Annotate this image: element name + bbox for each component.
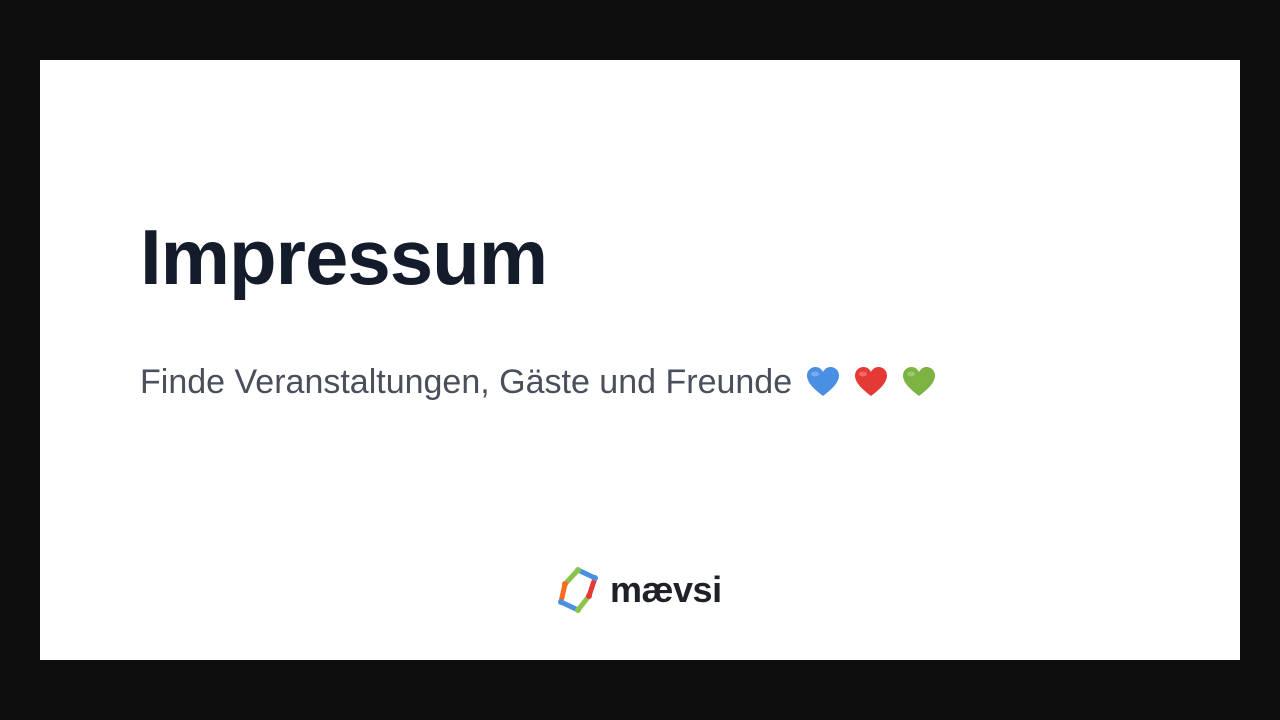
brand-name: mævsi bbox=[610, 569, 722, 610]
brand-logo: mævsi bbox=[555, 565, 722, 615]
page-title: Impressum bbox=[140, 213, 548, 301]
green-heart-icon bbox=[903, 367, 936, 396]
blue-heart-icon bbox=[807, 367, 840, 396]
red-heart-icon bbox=[855, 367, 888, 396]
maevsi-logo-icon bbox=[558, 567, 598, 613]
tagline-text: Finde Veranstaltungen, Gäste und Freunde bbox=[140, 363, 793, 401]
hearts-group bbox=[806, 366, 936, 398]
page-tagline: Finde Veranstaltungen, Gäste und Freunde bbox=[140, 358, 936, 406]
content-card: Impressum Finde Veranstaltungen, Gäste u… bbox=[40, 60, 1240, 660]
